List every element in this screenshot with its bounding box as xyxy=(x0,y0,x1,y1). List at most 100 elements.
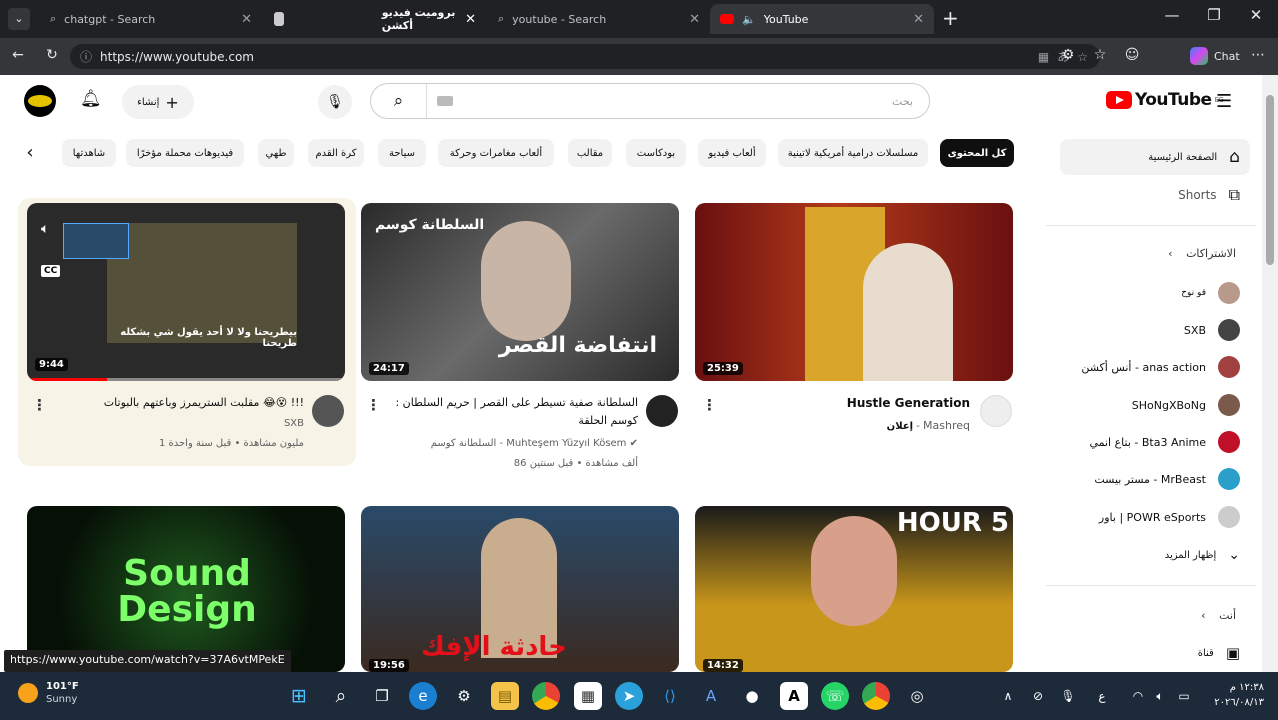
scrollbar-thumb[interactable] xyxy=(1266,95,1274,265)
create-button[interactable]: إنشاء + xyxy=(122,85,194,119)
search-button[interactable]: ⌕ xyxy=(371,84,427,118)
you-heading[interactable]: ‹ أنت xyxy=(1060,609,1250,622)
tab-prompt[interactable]: بروميت فيديو أكشن ✕ xyxy=(264,4,486,34)
cc-icon[interactable]: CC xyxy=(41,265,61,277)
sidebar-sub[interactable]: مستر بيست - MrBeast xyxy=(1060,461,1250,497)
subscriptions-heading[interactable]: ‹ الاشتراكات xyxy=(1060,247,1250,260)
clock[interactable]: ١٢:٣٨ م ٢٠٢٦/٠٨/١٣ xyxy=(1200,680,1264,710)
sidebar-sub[interactable]: قو نوح xyxy=(1060,275,1250,311)
restore-icon[interactable]: ❐ xyxy=(1196,6,1232,24)
site-info-icon[interactable]: ⓘ xyxy=(80,48,92,65)
sidebar-item-channel[interactable]: قناة ▣ xyxy=(1060,635,1250,671)
sidebar-sub[interactable]: بتاع انمي - Bta3 Anime xyxy=(1060,424,1250,460)
chip-pranks[interactable]: مقالب xyxy=(568,139,612,167)
extensions-icon[interactable]: ⚙ xyxy=(1058,47,1078,63)
close-icon[interactable]: ✕ xyxy=(913,12,924,27)
whatsapp-icon[interactable]: ☏ xyxy=(821,682,849,710)
volume-icon[interactable]: 🔈︎ xyxy=(41,221,49,237)
copilot-chat-button[interactable]: Chat xyxy=(1190,47,1240,65)
chip-adventure-games[interactable]: ألعاب مغامرات وحركة xyxy=(438,139,554,167)
video-thumbnail[interactable]: السلطانة كوسم انتفاضة القصر 24:17 xyxy=(361,203,679,381)
chip-watched[interactable]: شاهدتها xyxy=(62,139,116,167)
video-more-options-icon[interactable]: ⋮ xyxy=(366,396,381,414)
input-language[interactable]: ع xyxy=(1088,682,1116,710)
read-aloud-icon[interactable]: ▦ xyxy=(1038,50,1049,64)
search-box[interactable]: ⌕ بحث xyxy=(370,83,930,119)
notifications-bell-icon[interactable]: 🔔︎ xyxy=(80,89,102,109)
chip-latin-drama[interactable]: مسلسلات درامية أمريكية لاتينية xyxy=(778,139,928,167)
more-options-icon[interactable]: ⋯ xyxy=(1248,47,1268,63)
sidebar-show-more[interactable]: إظهار المزيد ⌄ xyxy=(1060,537,1250,573)
chip-cooking[interactable]: طهي xyxy=(258,139,294,167)
video-title[interactable]: السلطانة صفية تسيطر على القصر | حريم الس… xyxy=(388,394,638,430)
sidebar-sub[interactable]: SHoNgXBoNg xyxy=(1060,387,1250,423)
chrome-icon[interactable] xyxy=(532,682,560,710)
chip-video-games[interactable]: ألعاب فيديو xyxy=(698,139,766,167)
channel-avatar[interactable] xyxy=(312,395,344,427)
video-title[interactable]: Hustle Generation xyxy=(730,394,970,412)
hamburger-menu-icon[interactable]: ☰ xyxy=(1216,91,1232,112)
video-channel[interactable]: SXB xyxy=(52,416,304,432)
youtube-logo[interactable]: YouTube EG xyxy=(1106,90,1224,110)
video-thumbnail[interactable]: 25:39 xyxy=(695,203,1013,381)
tray-mic-icon[interactable]: 🎙︎ xyxy=(1054,682,1082,710)
voice-search-mic-icon[interactable]: 🎙︎ xyxy=(318,85,352,119)
edge-icon[interactable]: e xyxy=(409,682,437,710)
tab-youtube-search[interactable]: ⌕ youtube - Search ✕ xyxy=(488,4,710,34)
text-app-icon[interactable]: A xyxy=(780,682,808,710)
speaker-icon[interactable]: 🔈 xyxy=(742,13,756,26)
sidebar-item-shorts[interactable]: Shorts ⧉ xyxy=(1060,177,1250,213)
progress-bar[interactable] xyxy=(27,378,345,381)
chip-football[interactable]: كرة القدم xyxy=(308,139,364,167)
font-app-icon[interactable]: A xyxy=(697,682,725,710)
video-channel[interactable]: إعلان - Mashreq xyxy=(730,418,970,435)
tray-overflow-chevron-icon[interactable]: ∧ xyxy=(994,682,1022,710)
file-explorer-icon[interactable]: ▤ xyxy=(491,682,519,710)
tab-youtube[interactable]: 🔈 YouTube ✕ xyxy=(710,4,934,34)
close-icon[interactable]: ✕ xyxy=(241,12,252,27)
favorite-star-icon[interactable]: ☆ xyxy=(1077,50,1088,64)
favorites-icon[interactable]: ☆ xyxy=(1090,47,1110,63)
sidebar-sub[interactable]: SXB xyxy=(1060,312,1250,348)
chip-podcast[interactable]: بودكاست xyxy=(626,139,686,167)
video-thumbnail[interactable]: HOUR 5 14:32 xyxy=(695,506,1013,672)
tab-actions-chevron-icon[interactable]: ⌄ xyxy=(8,8,30,30)
chip-recently-uploaded[interactable]: فيديوهات محملة مؤخرًا xyxy=(126,139,244,167)
url-field[interactable]: ⓘ https://www.youtube.com ▦ あ ☆ xyxy=(70,44,1100,69)
chrome-alt-icon[interactable] xyxy=(862,682,890,710)
chip-tourism[interactable]: سياحة xyxy=(378,139,426,167)
tray-app-icon[interactable]: ⊘ xyxy=(1024,682,1052,710)
chip-all[interactable]: كل المحتوى xyxy=(940,139,1014,167)
sidebar-sub[interactable]: أنس أكشن - anas action xyxy=(1060,349,1250,385)
reload-icon[interactable]: ↻ xyxy=(42,47,62,63)
start-windows-icon[interactable]: ⊞ xyxy=(285,682,313,710)
video-more-options-icon[interactable]: ⋮ xyxy=(702,396,717,414)
video-thumbnail[interactable]: حادثة الإفك 19:56 xyxy=(361,506,679,672)
sidebar-item-home[interactable]: الصفحة الرئيسية ⌂ xyxy=(1060,139,1250,175)
battery-icon[interactable]: ▭ xyxy=(1170,682,1198,710)
new-tab-plus-icon[interactable]: + xyxy=(942,6,959,30)
tab-chatgpt-search[interactable]: ⌕ chatgpt - Search ✕ xyxy=(40,4,262,34)
channel-avatar[interactable] xyxy=(980,395,1012,427)
close-icon[interactable]: ✕ xyxy=(465,12,476,27)
account-avatar[interactable] xyxy=(24,85,56,117)
minimize-icon[interactable]: — xyxy=(1154,6,1190,24)
sidebar-sub[interactable]: باور | POWR eSports xyxy=(1060,499,1250,535)
video-thumbnail[interactable]: Sound Design xyxy=(27,506,345,672)
app-badge-icon[interactable]: ◎ xyxy=(903,682,931,710)
keyboard-icon[interactable] xyxy=(437,96,453,106)
taskbar-search-icon[interactable]: ⌕ xyxy=(327,682,355,710)
video-more-options-icon[interactable]: ⋮ xyxy=(32,396,47,414)
profile-icon[interactable]: ☺ xyxy=(1122,47,1142,63)
github-icon[interactable]: ● xyxy=(738,682,766,710)
back-arrow-icon[interactable]: ← xyxy=(8,47,28,63)
video-channel[interactable]: السلطانة كوسم - Muhteşem Yüzyıl Kösem ✔︎ xyxy=(388,436,638,452)
channel-avatar[interactable] xyxy=(646,395,678,427)
search-input[interactable]: بحث xyxy=(453,95,929,108)
weather-widget[interactable]: 101°F Sunny xyxy=(18,680,79,706)
video-thumbnail[interactable]: 🔈︎ CC بيطريحنا ولا لا أحد يقول شي بشكله … xyxy=(27,203,345,381)
settings-gear-icon[interactable]: ⚙ xyxy=(450,682,478,710)
video-title[interactable]: مقلبت الستريمرز وباعتهم بالبوتات 😂😵 !!! xyxy=(52,394,304,412)
telegram-icon[interactable]: ➤ xyxy=(615,682,643,710)
vscode-icon[interactable]: ⟨⟩ xyxy=(656,682,684,710)
